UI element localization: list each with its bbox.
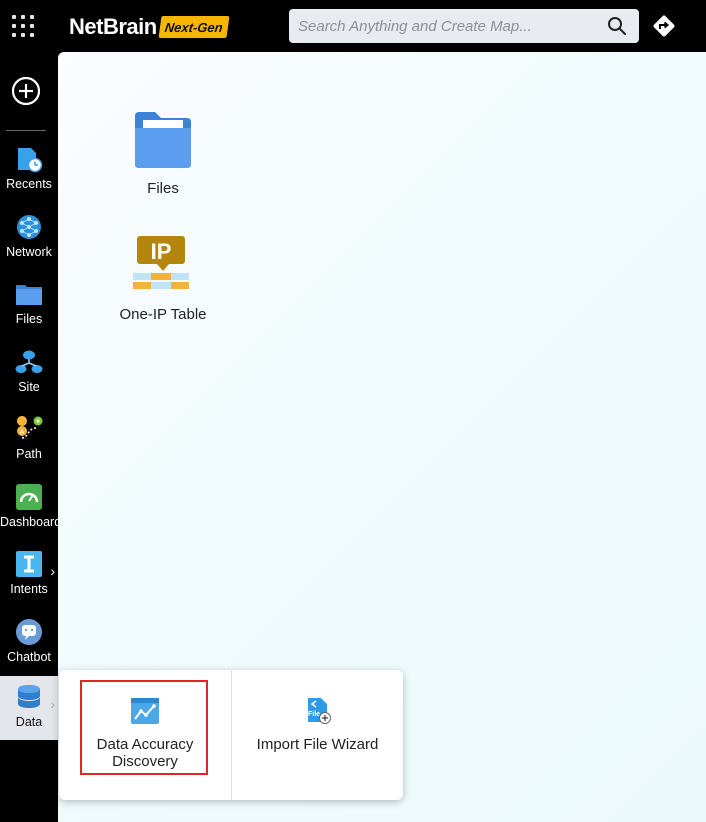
svg-text:File: File xyxy=(307,711,319,718)
search-input[interactable] xyxy=(289,11,589,41)
sidebar-item-label: Network xyxy=(6,245,52,259)
chevron-right-icon: › xyxy=(50,563,55,579)
sidebar-item-site[interactable]: Site xyxy=(0,341,58,405)
sidebar-item-label: Intents xyxy=(10,582,48,596)
ip-table-icon: IP xyxy=(133,236,189,289)
sidebar-item-intents[interactable]: Intents › xyxy=(0,543,58,607)
sidebar-item-label: Site xyxy=(18,380,40,394)
sidebar-item-path[interactable]: A Path xyxy=(0,408,58,472)
site-icon xyxy=(15,350,43,373)
import-file-icon: File xyxy=(307,698,331,724)
logo-badge: Next-Gen xyxy=(158,16,230,38)
network-icon xyxy=(17,215,41,239)
sidebar-item-data[interactable]: Data › xyxy=(0,676,58,740)
path-icon: A xyxy=(17,416,43,439)
tile-label: One-IP Table xyxy=(119,306,207,323)
top-bar: NetBrain Next-Gen xyxy=(0,0,706,52)
recents-icon xyxy=(18,148,43,173)
sidebar-item-network[interactable]: Network xyxy=(0,206,58,270)
database-icon xyxy=(18,685,40,708)
sidebar-item-label: Chatbot xyxy=(7,650,51,664)
files-icon xyxy=(16,285,42,305)
sidebar-item-label: Path xyxy=(16,447,42,461)
tile-label: Files xyxy=(147,180,179,197)
highlight-box xyxy=(80,680,208,775)
sidebar-item-recents[interactable]: Recents xyxy=(0,138,58,202)
navigate-icon[interactable] xyxy=(652,14,676,38)
sidebar-item-label: Dashboard xyxy=(0,515,62,529)
netbrain-logo[interactable]: NetBrain Next-Gen xyxy=(69,13,230,41)
chevron-right-icon: › xyxy=(50,696,55,712)
dashboard-icon xyxy=(16,484,42,510)
sidebar-item-label: Recents xyxy=(6,177,52,191)
sidebar-item-label: Files xyxy=(15,312,43,326)
search-box xyxy=(289,9,639,43)
sidebar-divider xyxy=(6,130,46,131)
menu-item-label: Import File Wizard xyxy=(256,736,379,753)
sidebar: Recents Network Files Site A Path Dashbo… xyxy=(0,52,62,822)
app-launcher-icon[interactable] xyxy=(10,13,36,39)
tile-files[interactable]: Files xyxy=(118,110,208,197)
logo-text: NetBrain xyxy=(69,14,157,39)
svg-text:IP: IP xyxy=(151,239,172,264)
intents-icon xyxy=(16,551,42,577)
folder-icon xyxy=(135,112,191,168)
sidebar-item-files[interactable]: Files xyxy=(0,273,58,337)
sidebar-item-chatbot[interactable]: Chatbot xyxy=(0,611,58,675)
sidebar-item-label: Data xyxy=(15,715,43,729)
chatbot-icon xyxy=(16,619,42,645)
sidebar-item-dashboard[interactable]: Dashboard xyxy=(0,476,62,540)
add-icon[interactable] xyxy=(11,76,41,106)
svg-text:A: A xyxy=(20,430,25,436)
menu-item-import-file-wizard[interactable]: File Import File Wizard xyxy=(231,670,403,800)
data-submenu: Data Accuracy Discovery File Import File… xyxy=(59,670,403,800)
search-icon[interactable] xyxy=(607,16,627,36)
tile-one-ip-table[interactable]: IP One-IP Table xyxy=(108,236,218,323)
menu-item-data-accuracy-discovery[interactable]: Data Accuracy Discovery xyxy=(59,670,231,800)
